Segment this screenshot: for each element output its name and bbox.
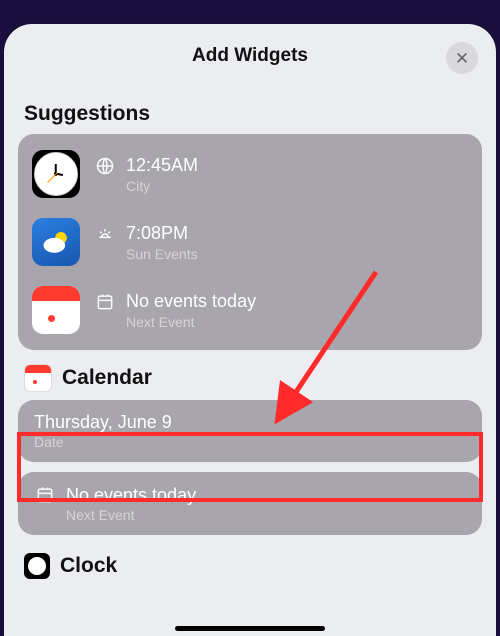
suggestion-weather-row[interactable]: 7:08PM Sun Events (18, 208, 482, 276)
suggestion-value: No events today (126, 291, 256, 312)
close-icon: ✕ (455, 50, 469, 67)
section-title-calendar: Calendar (62, 366, 152, 390)
widget-sub: Next Event (66, 507, 466, 523)
calendar-section-icon (24, 364, 52, 392)
suggestion-sub: Sun Events (126, 246, 198, 262)
section-title-suggestions: Suggestions (24, 102, 150, 126)
clock-section-icon (24, 553, 50, 579)
suggestion-clock-row[interactable]: 12:45AM City (18, 140, 482, 208)
calendar-nextevent-widget[interactable]: No events today Next Event (18, 472, 482, 535)
calendar-app-icon (32, 286, 80, 334)
widget-value: Thursday, June 9 (34, 412, 466, 433)
section-header-clock: Clock (24, 553, 482, 579)
sheet-title: Add Widgets (192, 45, 308, 67)
calendar-grid-icon (34, 484, 56, 506)
sunset-icon (94, 223, 116, 245)
sheet-header: Add Widgets ✕ (4, 24, 496, 88)
widget-value: No events today (66, 485, 196, 506)
widget-sub: Date (34, 434, 466, 450)
section-title-clock: Clock (60, 554, 117, 578)
add-widgets-sheet: Add Widgets ✕ Suggestions (4, 24, 496, 636)
suggestion-calendar-row[interactable]: No events today Next Event (18, 276, 482, 344)
section-header-calendar: Calendar (24, 364, 482, 392)
suggestion-value: 7:08PM (126, 223, 188, 244)
calendar-date-widget[interactable]: Thursday, June 9 Date (18, 400, 482, 462)
section-header-suggestions: Suggestions (24, 102, 482, 126)
home-indicator[interactable] (175, 626, 325, 631)
suggestion-value: 12:45AM (126, 155, 198, 176)
suggestion-sub: City (126, 178, 198, 194)
suggestion-sub: Next Event (126, 314, 256, 330)
suggestions-card: 12:45AM City (18, 134, 482, 350)
close-button[interactable]: ✕ (446, 42, 478, 74)
calendar-grid-icon (94, 291, 116, 313)
weather-app-icon (32, 218, 80, 266)
globe-icon (94, 155, 116, 177)
clock-app-icon (32, 150, 80, 198)
